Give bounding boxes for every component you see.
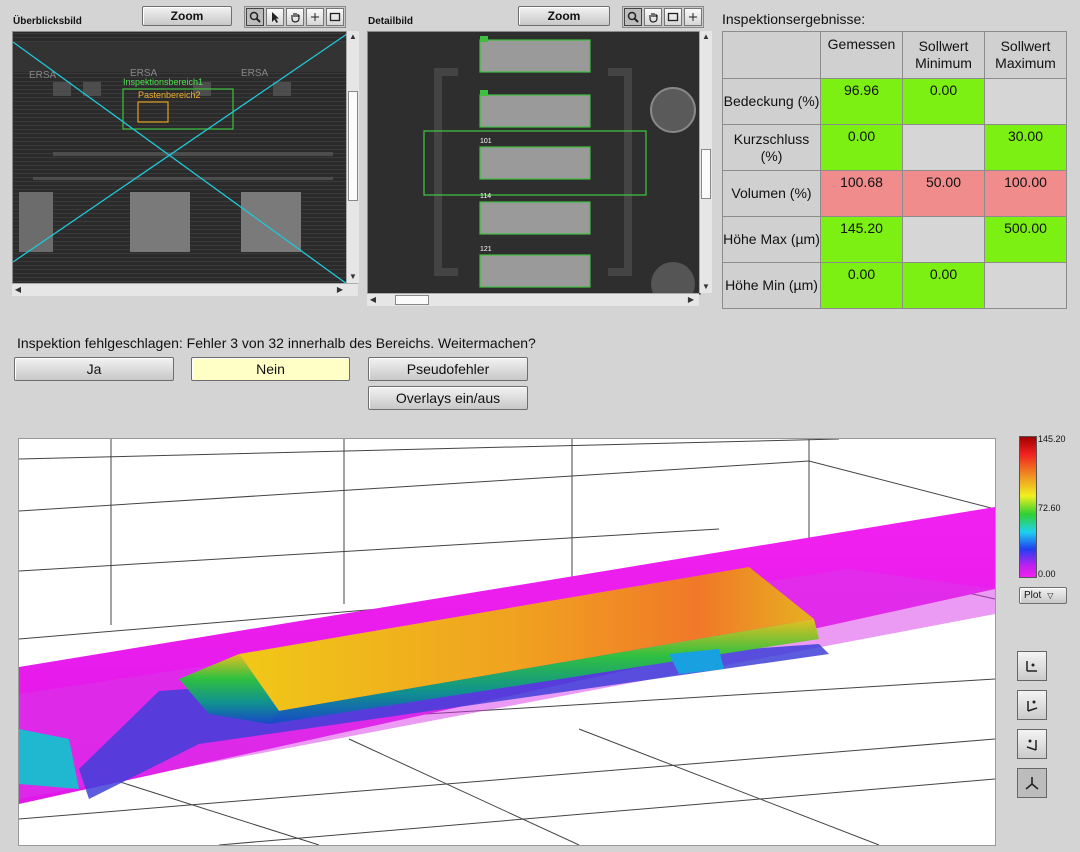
- volumen-gemessen: 100.68: [820, 170, 903, 217]
- results-row-hoehe-max: Höhe Max (µm) 145.20 500.00: [722, 216, 1067, 263]
- hoehe-min-max: [984, 262, 1067, 309]
- results-header-row: Gemessen Sollwert Minimum Sollwert Maxim…: [722, 31, 1067, 79]
- results-title: Inspektionsergebnisse:: [722, 11, 866, 27]
- kurzschluss-max: 30.00: [984, 124, 1067, 171]
- hoehe-min-min: 0.00: [902, 262, 985, 309]
- plot-dropdown-label: Plot: [1024, 590, 1042, 601]
- hoehe-max-gemessen: 145.20: [820, 216, 903, 263]
- overlay-pastenbereich: Pastenbereich2: [138, 90, 201, 100]
- row-label-hoehe-min: Höhe Min (µm): [722, 262, 821, 309]
- nein-button[interactable]: Nein: [191, 357, 350, 381]
- height-3d-plot[interactable]: [18, 438, 996, 846]
- crosshair-icon[interactable]: [684, 8, 702, 26]
- col-sollwert-minimum: Sollwert Minimum: [902, 31, 985, 79]
- projection-yz-button[interactable]: [1017, 729, 1047, 759]
- overlay-inspektionsbereich: Inspektionsbereich1: [123, 77, 204, 87]
- scroll-left-icon[interactable]: ◀: [367, 294, 379, 306]
- overview-zoom-button[interactable]: Zoom: [142, 6, 232, 26]
- results-row-kurzschluss: Kurzschluss (%) 0.00 30.00: [722, 124, 1067, 171]
- overview-board-graphic: [13, 32, 347, 284]
- crosshair-icon[interactable]: [306, 8, 324, 26]
- axes-xz-icon: [1027, 700, 1038, 712]
- colorbar-tick-max: 145.20: [1038, 434, 1066, 444]
- axes-3d-icon: [1025, 777, 1039, 790]
- bedeckung-gemessen: 96.96: [820, 78, 903, 125]
- scroll-right-icon[interactable]: ▶: [334, 284, 346, 296]
- volumen-max: 100.00: [984, 170, 1067, 217]
- row-label-volumen: Volumen (%): [722, 170, 821, 217]
- chevron-down-icon: ▽: [1047, 591, 1054, 600]
- zoom-icon[interactable]: [246, 8, 264, 26]
- zoom-icon[interactable]: [624, 8, 642, 26]
- axes-xy-icon: [1026, 661, 1037, 672]
- bedeckung-min: 0.00: [902, 78, 985, 125]
- detail-hscroll[interactable]: ◀ ▶: [367, 293, 699, 306]
- projection-3d-button[interactable]: [1017, 768, 1047, 798]
- axes-yz-icon: [1026, 739, 1037, 751]
- overview-vscroll-thumb[interactable]: [348, 91, 358, 201]
- volumen-min: 50.00: [902, 170, 985, 217]
- overlays-toggle-button[interactable]: Overlays ein/aus: [368, 386, 528, 410]
- overview-image[interactable]: ERSA ERSA ERSA Inspektionsbereich1 Paste…: [12, 31, 348, 285]
- results-row-volumen: Volumen (%) 100.68 50.00 100.00: [722, 170, 1067, 217]
- board-mark-1: ERSA: [29, 70, 57, 81]
- overview-vscroll[interactable]: ▲ ▼: [346, 31, 359, 283]
- pointer-icon[interactable]: [266, 8, 284, 26]
- ja-button[interactable]: Ja: [14, 357, 174, 381]
- pan-hand-icon[interactable]: [644, 8, 662, 26]
- pad-label-101: 101: [480, 138, 492, 145]
- colorbar-tick-min: 0.00: [1038, 569, 1056, 579]
- detail-zoom-button[interactable]: Zoom: [518, 6, 610, 26]
- plot-dropdown[interactable]: Plot ▽: [1019, 587, 1067, 604]
- scroll-down-icon[interactable]: ▼: [347, 271, 359, 283]
- projection-xz-button[interactable]: [1017, 690, 1047, 720]
- detail-vscroll-thumb[interactable]: [701, 149, 711, 199]
- results-table: Gemessen Sollwert Minimum Sollwert Maxim…: [722, 31, 1067, 309]
- inspection-message: Inspektion fehlgeschlagen: Fehler 3 von …: [17, 335, 536, 351]
- detail-vscroll[interactable]: ▲ ▼: [699, 31, 712, 293]
- hoehe-max-min: [902, 216, 985, 263]
- pad-label-114: 114: [480, 193, 492, 200]
- rectangle-icon[interactable]: [326, 8, 344, 26]
- detail-image[interactable]: 101 114 121: [367, 31, 701, 295]
- detail-hscroll-thumb[interactable]: [395, 295, 429, 305]
- row-label-bedeckung: Bedeckung (%): [722, 78, 821, 125]
- bedeckung-max: [984, 78, 1067, 125]
- scroll-down-icon[interactable]: ▼: [700, 281, 712, 293]
- kurzschluss-gemessen: 0.00: [820, 124, 903, 171]
- pan-hand-icon[interactable]: [286, 8, 304, 26]
- scroll-left-icon[interactable]: ◀: [12, 284, 24, 296]
- detail-toolbar: [622, 6, 704, 28]
- board-mark-3: ERSA: [241, 68, 269, 79]
- pad-label-121: 121: [480, 246, 492, 253]
- scroll-right-icon[interactable]: ▶: [685, 294, 697, 306]
- col-sollwert-maximum: Sollwert Maximum: [984, 31, 1067, 79]
- results-corner-cell: [722, 31, 821, 79]
- pseudofehler-button[interactable]: Pseudofehler: [368, 357, 528, 381]
- rectangle-icon[interactable]: [664, 8, 682, 26]
- scroll-up-icon[interactable]: ▲: [700, 31, 712, 43]
- height-surface-graphic: [19, 439, 995, 845]
- col-gemessen: Gemessen: [820, 31, 903, 79]
- results-row-bedeckung: Bedeckung (%) 96.96 0.00: [722, 78, 1067, 125]
- detail-label: Detailbild: [368, 16, 414, 27]
- row-label-hoehe-max: Höhe Max (µm): [722, 216, 821, 263]
- detail-pads-graphic: [368, 32, 700, 294]
- overview-toolbar: [244, 6, 346, 28]
- row-label-kurzschluss: Kurzschluss (%): [722, 124, 821, 171]
- overview-hscroll[interactable]: ◀ ▶: [12, 283, 358, 296]
- colorbar-tick-mid: 72.60: [1038, 503, 1061, 513]
- kurzschluss-min: [902, 124, 985, 171]
- height-colorbar: [1019, 436, 1037, 578]
- scroll-up-icon[interactable]: ▲: [347, 31, 359, 43]
- hoehe-min-gemessen: 0.00: [820, 262, 903, 309]
- overview-label: Überblicksbild: [13, 16, 82, 27]
- results-row-hoehe-min: Höhe Min (µm) 0.00 0.00: [722, 262, 1067, 309]
- projection-xy-button[interactable]: [1017, 651, 1047, 681]
- hoehe-max-max: 500.00: [984, 216, 1067, 263]
